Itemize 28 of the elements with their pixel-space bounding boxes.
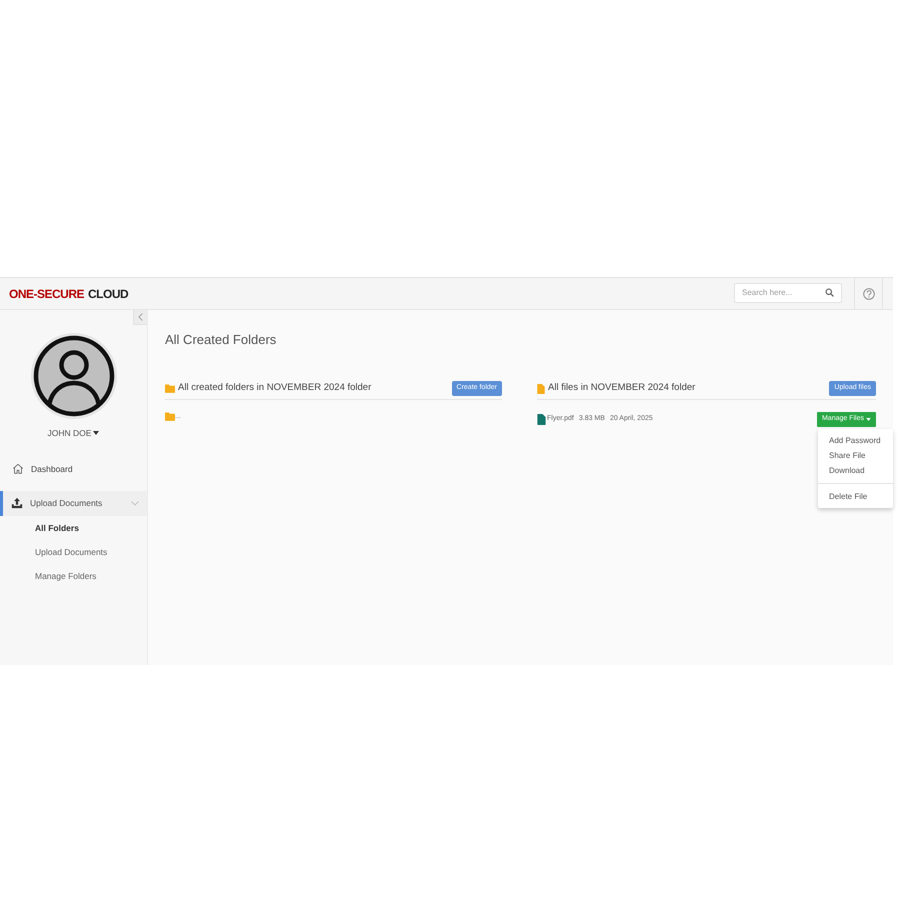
caret-icon xyxy=(93,431,100,436)
file-icon xyxy=(537,414,546,425)
sidebar-item[interactable]: Upload Documents xyxy=(0,490,147,516)
help-icon[interactable] xyxy=(862,288,874,300)
user-menu-button[interactable]: JOHN DOE xyxy=(48,427,100,440)
submenu-link[interactable]: Manage Folders xyxy=(0,564,147,589)
home-icon xyxy=(12,463,24,476)
submenu-link[interactable]: All Folders xyxy=(0,516,147,541)
submenu-link[interactable]: Upload Documents xyxy=(0,540,147,565)
chevron-left-icon xyxy=(138,313,143,321)
user-avatar-icon xyxy=(30,333,116,419)
folder-icon xyxy=(165,384,175,393)
section-heading: All files in NOVEMBER 2024 folder xyxy=(548,381,696,396)
upload-icon xyxy=(11,497,23,510)
page-title: All Created Folders xyxy=(165,332,278,348)
search-icon xyxy=(825,288,834,297)
app-logo: ONE-SECURE CLOUD xyxy=(9,286,128,302)
collapse-sidebar-button[interactable] xyxy=(133,310,147,325)
section-heading: All created folders in NOVEMBER 2024 folder xyxy=(178,381,372,396)
caret-icon xyxy=(866,418,871,421)
menu-item[interactable]: Add Password xyxy=(818,433,893,448)
menu-item[interactable]: Delete File xyxy=(818,489,893,504)
menu-item[interactable]: Download xyxy=(818,463,893,478)
search-field[interactable]: Search here... xyxy=(734,282,842,302)
file-icon xyxy=(537,384,545,394)
menu-item[interactable]: Share File xyxy=(818,448,893,463)
sidebar-item[interactable]: Dashboard xyxy=(0,458,147,480)
folder-icon xyxy=(165,412,175,421)
